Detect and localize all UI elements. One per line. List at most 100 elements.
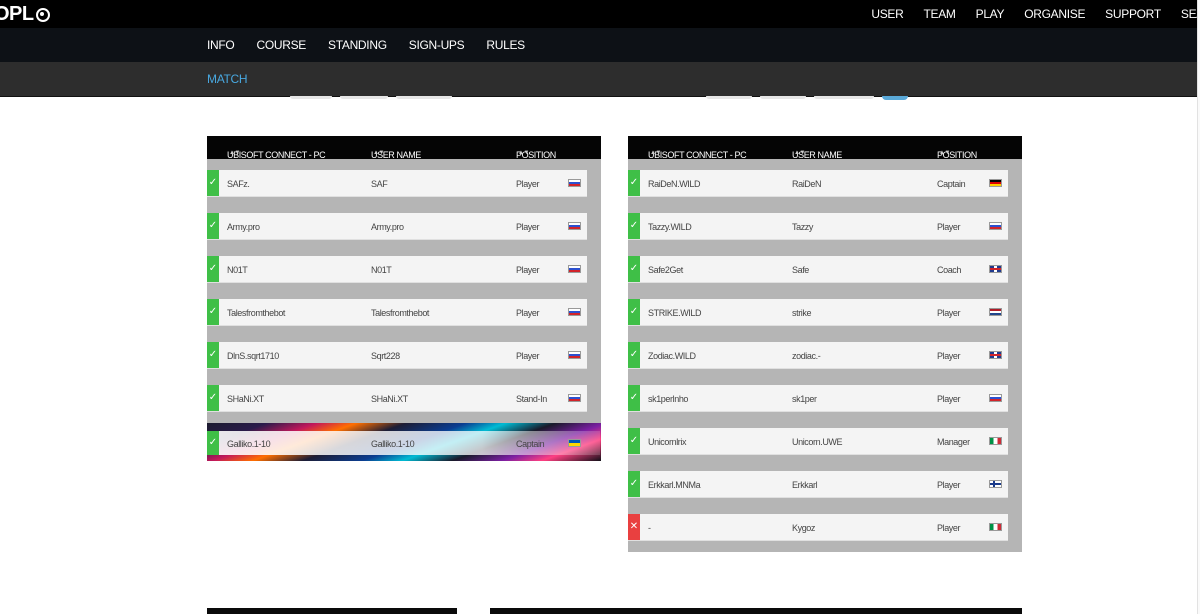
player-username: Safe	[792, 265, 809, 275]
country-flag-icon	[989, 523, 1002, 531]
table-row[interactable]: ✓ Tazzy.WILD Tazzy Player	[628, 208, 1022, 251]
table-row[interactable]: ✓ DlnS.sqrt1710 Sqrt228 Player	[207, 337, 601, 380]
player-card: ✓ SHaNi.XT SHaNi.XT Stand-In	[207, 385, 587, 412]
player-username: Galliko.1-10	[371, 439, 415, 449]
player-username: Erkkarl	[792, 480, 818, 490]
country-flag-icon	[989, 437, 1002, 445]
player-username: Tazzy	[792, 222, 814, 232]
hidden-control	[814, 96, 874, 99]
player-username: Talesfromthebot	[371, 308, 430, 318]
player-username: zodiac.-	[792, 351, 821, 361]
check-icon: ✓	[207, 431, 219, 455]
check-icon: ✓	[207, 385, 219, 411]
main-nav: USER TEAM PLAY ORGANISE SUPPORT SEA	[851, 0, 1200, 28]
nav-team[interactable]: TEAM	[923, 7, 955, 21]
player-account[interactable]: Army.pro	[227, 222, 260, 232]
check-icon: ✓	[628, 471, 640, 497]
table-row[interactable]: ✓ Erkkarl.MNMa Erkkarl Player	[628, 466, 1022, 509]
player-position: Player	[516, 265, 540, 275]
table-row[interactable]: ✓ Unicornlrix Unicorn.UWE Manager	[628, 423, 1022, 466]
cross-icon: ✕	[628, 514, 640, 540]
table-row[interactable]: ✓ STRIKE.WILD strike Player	[628, 294, 1022, 337]
table-row[interactable]: ✕ - Kygoz Player	[628, 509, 1022, 552]
tournament-subnav: INFO COURSE STANDING SIGN-UPS RULES	[207, 28, 547, 62]
player-username: sk1per	[792, 394, 817, 404]
sort-icon: ▲▼	[650, 150, 662, 156]
player-account[interactable]: DlnS.sqrt1710	[227, 351, 279, 361]
country-flag-icon	[568, 439, 581, 447]
tab-rules[interactable]: RULES	[486, 38, 525, 52]
player-account[interactable]: sk1perlnho	[648, 394, 688, 404]
player-account[interactable]: Zodiac.WILD	[648, 351, 696, 361]
player-card: ✓ N01T N01T Player	[207, 256, 587, 283]
country-flag-icon	[568, 222, 581, 230]
player-account[interactable]: SAFz.	[227, 179, 250, 189]
player-card: ✓ STRIKE.WILD strike Player	[628, 299, 1008, 326]
bottom-panel	[490, 608, 1022, 614]
player-position: Player	[937, 222, 961, 232]
player-username: RaiDeN	[792, 179, 822, 189]
check-icon: ✓	[628, 385, 640, 411]
player-account[interactable]: Safe2Get	[648, 265, 683, 275]
tournament-subnav-bar: INFO COURSE STANDING SIGN-UPS RULES	[0, 28, 1200, 62]
player-account[interactable]: STRIKE.WILD	[648, 308, 702, 318]
player-account[interactable]: N01T	[227, 265, 248, 275]
player-account[interactable]: SHaNi.XT	[227, 394, 264, 404]
table-row[interactable]: ✓ N01T N01T Player	[207, 251, 601, 294]
nav-organise[interactable]: ORGANISE	[1024, 7, 1085, 21]
sort-icon: ▲▼	[518, 150, 530, 156]
country-flag-icon	[989, 480, 1002, 488]
tab-sign-ups[interactable]: SIGN-UPS	[409, 38, 465, 52]
player-username: Sqrt228	[371, 351, 400, 361]
player-position: Captain	[516, 439, 545, 449]
table-row[interactable]: ✓ Talesfromthebot Talesfromthebot Player	[207, 294, 601, 337]
nav-play[interactable]: PLAY	[976, 7, 1005, 21]
hidden-control	[340, 96, 388, 99]
sort-icon: ▲▼	[373, 150, 385, 156]
player-card: ✓ Safe2Get Safe Coach	[628, 256, 1008, 283]
hidden-control	[290, 96, 332, 99]
table-row[interactable]: ✓ Safe2Get Safe Coach	[628, 251, 1022, 294]
tab-course[interactable]: COURSE	[256, 38, 306, 52]
player-username: Army.pro	[371, 222, 404, 232]
country-flag-icon	[568, 308, 581, 316]
player-position: Player	[516, 351, 540, 361]
table-row[interactable]: ✓ RaiDeN.WILD RaiDeN Captain	[628, 165, 1022, 208]
tab-standing[interactable]: STANDING	[328, 38, 387, 52]
country-flag-icon	[989, 222, 1002, 230]
nav-support[interactable]: SUPPORT	[1105, 7, 1161, 21]
sort-icon: ▲▼	[939, 150, 951, 156]
player-card: ✓ Talesfromthebot Talesfromthebot Player	[207, 299, 587, 326]
nav-user[interactable]: USER	[871, 7, 903, 21]
check-icon: ✓	[207, 256, 219, 282]
country-flag-icon	[568, 351, 581, 359]
hidden-action-button[interactable]	[882, 96, 908, 100]
player-account[interactable]: Erkkarl.MNMa	[648, 480, 701, 490]
table-row[interactable]: ✓ sk1perlnho sk1per Player	[628, 380, 1022, 423]
player-account[interactable]: Talesfromthebot	[227, 308, 285, 318]
player-account[interactable]: Tazzy.WILD	[648, 222, 692, 232]
player-card: ✓ Galliko.1-10 Galliko.1-10 Captain	[207, 431, 600, 455]
player-card: ✓ Zodiac.WILD zodiac.- Player	[628, 342, 1008, 369]
tab-info[interactable]: INFO	[207, 38, 235, 52]
player-username: Unicorn.UWE	[792, 437, 843, 447]
table-row[interactable]: ✓ Zodiac.WILD zodiac.- Player	[628, 337, 1022, 380]
player-position: Player	[937, 523, 961, 533]
tab-match[interactable]: MATCH	[207, 72, 248, 86]
sort-icon: ▲▼	[229, 150, 241, 156]
table-row[interactable]: ✓ Galliko.1-10 Galliko.1-10 Captain	[207, 423, 601, 461]
site-logo[interactable]: OPL	[0, 3, 50, 26]
country-flag-icon	[568, 265, 581, 273]
country-flag-icon	[989, 394, 1002, 402]
logo-text: OPL	[0, 3, 34, 25]
table-row[interactable]: ✓ Army.pro Army.pro Player	[207, 208, 601, 251]
player-position: Player	[516, 308, 540, 318]
table-row[interactable]: ✓ SHaNi.XT SHaNi.XT Stand-In	[207, 380, 601, 423]
player-account[interactable]: Unicornlrix	[648, 437, 687, 447]
player-account[interactable]: Galliko.1-10	[227, 439, 271, 449]
player-position: Captain	[937, 179, 966, 189]
table-row[interactable]: ✓ SAFz. SAF Player	[207, 165, 601, 208]
hidden-control	[706, 96, 752, 99]
player-account[interactable]: -	[648, 523, 651, 533]
player-account[interactable]: RaiDeN.WILD	[648, 179, 701, 189]
